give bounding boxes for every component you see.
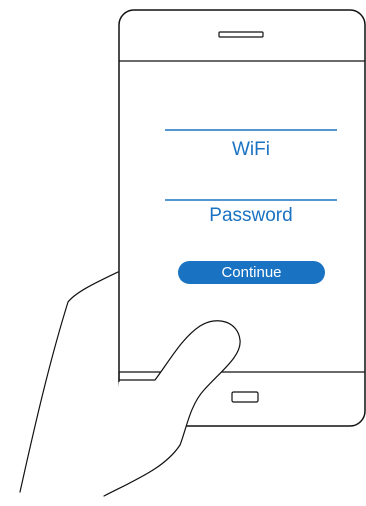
wifi-field-label[interactable]: WiFi [165, 139, 337, 161]
phone-in-hand-illustration [19, 9, 366, 497]
continue-button[interactable]: Continue [178, 261, 325, 284]
hand-back-outline [19, 271, 119, 493]
password-field-label[interactable]: Password [165, 205, 337, 227]
